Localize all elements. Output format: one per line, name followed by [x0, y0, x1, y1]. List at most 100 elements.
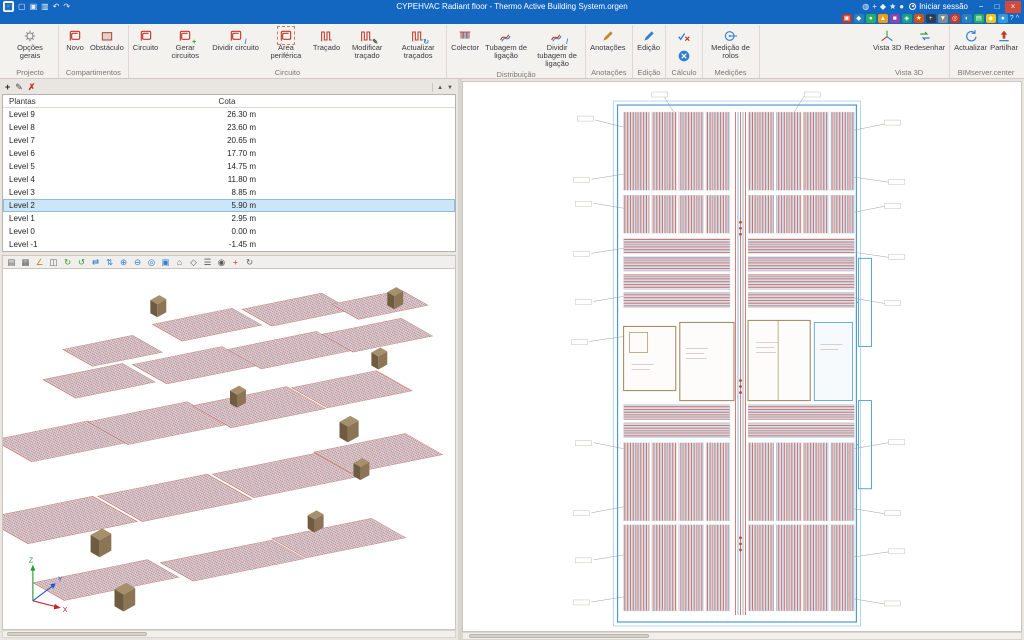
- delete-level-button[interactable]: ✗: [28, 82, 36, 93]
- level-row[interactable]: Level 12.95 m: [3, 212, 455, 225]
- medicao-rolos-button[interactable]: Medição de rolos: [706, 26, 756, 61]
- visibility-icon[interactable]: ◉: [215, 256, 228, 268]
- section-icon[interactable]: ◫: [47, 256, 60, 268]
- undo-icon[interactable]: ↶: [53, 1, 60, 12]
- dividir-tubagem-button[interactable]: / Dividir tubagem de ligação: [532, 26, 582, 69]
- opcoes-gerais-button[interactable]: Opções gerais: [5, 26, 55, 61]
- linked-app-icon[interactable]: ●: [998, 14, 1008, 23]
- partilhar-button[interactable]: Partilhar: [989, 26, 1019, 53]
- new-file-icon[interactable]: ▢: [18, 1, 26, 12]
- linked-app-icon[interactable]: ▤: [974, 14, 984, 23]
- obstaculo-button[interactable]: Obstáculo: [89, 26, 125, 53]
- status-icon[interactable]: ●: [899, 1, 904, 12]
- print-icon[interactable]: ▤: [5, 256, 18, 268]
- add-level-button[interactable]: +: [5, 82, 10, 93]
- level-row[interactable]: Level -1-1.45 m: [3, 238, 455, 251]
- favorites-icon[interactable]: ★: [889, 1, 896, 12]
- minimize-button[interactable]: −: [973, 1, 989, 13]
- refresh-icon[interactable]: ↻: [243, 256, 256, 268]
- export-image-icon[interactable]: ▦: [19, 256, 32, 268]
- save-icon[interactable]: ▥: [41, 1, 49, 12]
- level-row[interactable]: Level 38.85 m: [3, 186, 455, 199]
- linked-app-icon[interactable]: ●: [866, 14, 876, 23]
- zoom-out-icon[interactable]: ⊖: [131, 256, 144, 268]
- scrollbar-thumb[interactable]: [7, 632, 147, 636]
- colector-button[interactable]: Colector: [450, 26, 480, 53]
- help-icon[interactable]: ?: [1010, 14, 1014, 23]
- plan-view-canvas[interactable]: [462, 81, 1022, 632]
- calculate-button[interactable]: [674, 26, 694, 45]
- linked-app-icon[interactable]: ◆: [854, 14, 864, 23]
- 3d-view-canvas[interactable]: Z X Y: [2, 269, 456, 630]
- level-row[interactable]: Level 617.70 m: [3, 147, 455, 160]
- move-down-button[interactable]: ▼: [447, 85, 453, 91]
- home-view-icon[interactable]: ⌂: [173, 256, 186, 268]
- pan-horizontal-icon[interactable]: ⇄: [89, 256, 102, 268]
- horizontal-scrollbar[interactable]: [462, 632, 1022, 640]
- ribbon: Opções gerais Projecto Novo Obstáculo Co…: [0, 24, 1024, 79]
- axes-icon[interactable]: +: [229, 256, 242, 268]
- ribbon-group-circuito: Circuito + Gerar circuitos / Dividir cir…: [129, 25, 447, 78]
- dividir-circuito-button[interactable]: / Dividir circuito: [211, 26, 260, 53]
- views-icon[interactable]: ☰: [201, 256, 214, 268]
- level-row-selected[interactable]: Level 25.90 m: [3, 199, 455, 212]
- gerar-circuitos-button[interactable]: + Gerar circuitos: [160, 26, 210, 61]
- zoom-window-icon[interactable]: ▣: [159, 256, 172, 268]
- area-periferica-button[interactable]: Área periférica: [261, 26, 311, 61]
- linked-app-icon[interactable]: ▲: [878, 14, 888, 23]
- x-axis-label: X: [63, 607, 68, 614]
- close-button[interactable]: ×: [1005, 1, 1021, 13]
- actualizar-button[interactable]: Actualizar: [953, 26, 988, 53]
- edicao-button[interactable]: Edição: [636, 26, 662, 53]
- orbit-icon[interactable]: ↻: [61, 256, 74, 268]
- level-row[interactable]: Level 00.00 m: [3, 225, 455, 238]
- anotacoes-button[interactable]: Anotações: [589, 26, 626, 53]
- zoom-extents-icon[interactable]: ◎: [145, 256, 158, 268]
- linked-app-icon[interactable]: ★: [914, 14, 924, 23]
- redesenhar-button[interactable]: Redesenhar: [903, 26, 946, 53]
- level-row[interactable]: Level 720.65 m: [3, 134, 455, 147]
- column-header-plantas[interactable]: Plantas: [3, 97, 198, 106]
- add-icon[interactable]: +: [872, 1, 877, 12]
- novo-button[interactable]: Novo: [62, 26, 88, 53]
- linked-app-icon[interactable]: ■: [890, 14, 900, 23]
- open-icon[interactable]: ▣: [30, 1, 38, 12]
- level-row[interactable]: Level 926.30 m: [3, 108, 455, 121]
- slash-overlay-icon: /: [245, 39, 247, 46]
- linked-app-icon[interactable]: ▣: [842, 14, 852, 23]
- move-up-button[interactable]: ▲: [437, 85, 443, 91]
- maximize-button[interactable]: □: [989, 1, 1005, 13]
- modificar-tracado-button[interactable]: ✎ Modificar traçado: [342, 26, 392, 61]
- linked-app-icon[interactable]: ◐: [962, 14, 972, 23]
- level-row[interactable]: Level 411.80 m: [3, 173, 455, 186]
- column-header-cota[interactable]: Cota: [198, 97, 256, 106]
- apps-icon[interactable]: ◆: [880, 1, 886, 12]
- measure-icon[interactable]: ∠: [33, 256, 46, 268]
- horizontal-scrollbar[interactable]: [2, 630, 456, 638]
- linked-app-icon[interactable]: ▼: [938, 14, 948, 23]
- sync-icon: [963, 27, 979, 44]
- collapse-chevron-icon[interactable]: ^: [1016, 14, 1019, 23]
- edit-level-button[interactable]: ✎: [15, 82, 23, 93]
- tubagem-ligacao-button[interactable]: Tubagem de ligação: [481, 26, 531, 61]
- sign-in-button[interactable]: Iniciar sessão: [909, 2, 968, 11]
- tracado-button[interactable]: Traçado: [312, 26, 341, 53]
- level-row[interactable]: Level 514.75 m: [3, 160, 455, 173]
- level-row[interactable]: Level 823.60 m: [3, 121, 455, 134]
- redo-icon[interactable]: ↷: [63, 1, 70, 12]
- rotate-left-icon[interactable]: ↺: [75, 256, 88, 268]
- linked-app-icon[interactable]: +: [926, 14, 936, 23]
- actualizar-tracados-button[interactable]: ↻ Actualizar traçados: [393, 26, 443, 61]
- perspective-icon[interactable]: ◇: [187, 256, 200, 268]
- cancel-calculation-button[interactable]: [674, 46, 694, 65]
- circuito-button[interactable]: Circuito: [132, 26, 159, 53]
- linked-app-icon[interactable]: ◎: [950, 14, 960, 23]
- zoom-in-icon[interactable]: ⊕: [117, 256, 130, 268]
- app-logo-icon[interactable]: ▦: [3, 1, 14, 12]
- globe-icon[interactable]: ◍: [862, 1, 869, 12]
- linked-app-icon[interactable]: ◆: [986, 14, 996, 23]
- scrollbar-thumb[interactable]: [469, 634, 649, 638]
- pan-vertical-icon[interactable]: ⇅: [103, 256, 116, 268]
- linked-app-icon[interactable]: ◈: [902, 14, 912, 23]
- vista-3d-button[interactable]: Vista 3D: [872, 26, 902, 53]
